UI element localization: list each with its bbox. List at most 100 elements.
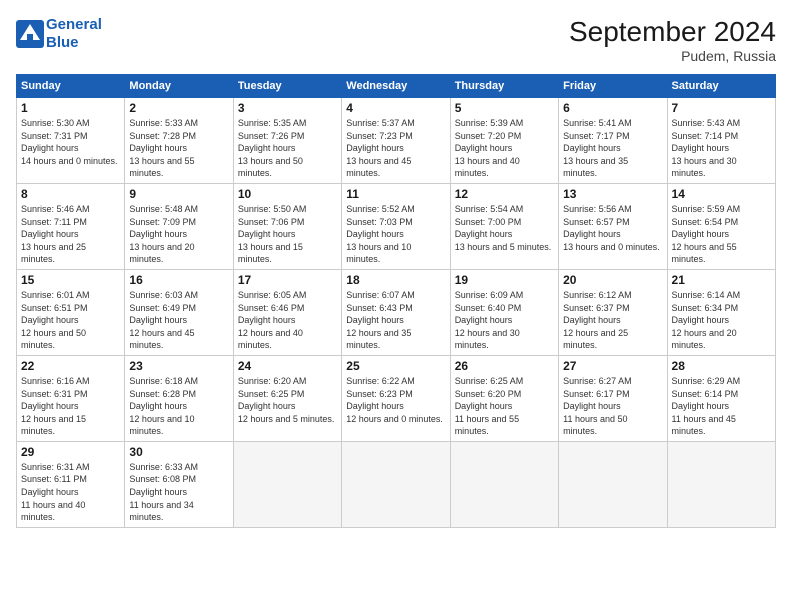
day-info: Sunrise: 5:33 AMSunset: 7:28 PMDaylight … (129, 117, 228, 180)
calendar-week-row: 29 Sunrise: 6:31 AMSunset: 6:11 PMDaylig… (17, 441, 776, 527)
day-number: 6 (563, 101, 662, 115)
day-info: Sunrise: 6:03 AMSunset: 6:49 PMDaylight … (129, 289, 228, 352)
day-number: 7 (672, 101, 771, 115)
day-number: 19 (455, 273, 554, 287)
table-row: 3 Sunrise: 5:35 AMSunset: 7:26 PMDayligh… (233, 98, 341, 184)
table-row: 22 Sunrise: 6:16 AMSunset: 6:31 PMDaylig… (17, 355, 125, 441)
table-row: 27 Sunrise: 6:27 AMSunset: 6:17 PMDaylig… (559, 355, 667, 441)
day-info: Sunrise: 6:01 AMSunset: 6:51 PMDaylight … (21, 289, 120, 352)
table-row: 16 Sunrise: 6:03 AMSunset: 6:49 PMDaylig… (125, 269, 233, 355)
day-number: 23 (129, 359, 228, 373)
day-info: Sunrise: 6:20 AMSunset: 6:25 PMDaylight … (238, 375, 337, 425)
logo-text-general: General (46, 16, 102, 34)
table-row: 15 Sunrise: 6:01 AMSunset: 6:51 PMDaylig… (17, 269, 125, 355)
day-info: Sunrise: 6:12 AMSunset: 6:37 PMDaylight … (563, 289, 662, 352)
day-info: Sunrise: 5:35 AMSunset: 7:26 PMDaylight … (238, 117, 337, 180)
calendar-week-row: 1 Sunrise: 5:30 AMSunset: 7:31 PMDayligh… (17, 98, 776, 184)
day-info: Sunrise: 6:29 AMSunset: 6:14 PMDaylight … (672, 375, 771, 438)
col-sunday: Sunday (17, 75, 125, 98)
day-number: 1 (21, 101, 120, 115)
table-row: 21 Sunrise: 6:14 AMSunset: 6:34 PMDaylig… (667, 269, 775, 355)
col-monday: Monday (125, 75, 233, 98)
table-row: 19 Sunrise: 6:09 AMSunset: 6:40 PMDaylig… (450, 269, 558, 355)
day-number: 22 (21, 359, 120, 373)
col-tuesday: Tuesday (233, 75, 341, 98)
day-info: Sunrise: 6:18 AMSunset: 6:28 PMDaylight … (129, 375, 228, 438)
table-row (233, 441, 341, 527)
day-number: 3 (238, 101, 337, 115)
day-number: 29 (21, 445, 120, 459)
day-number: 13 (563, 187, 662, 201)
calendar-page: General Blue September 2024 Pudem, Russi… (0, 0, 792, 612)
table-row: 23 Sunrise: 6:18 AMSunset: 6:28 PMDaylig… (125, 355, 233, 441)
day-info: Sunrise: 5:54 AMSunset: 7:00 PMDaylight … (455, 203, 554, 253)
table-row: 29 Sunrise: 6:31 AMSunset: 6:11 PMDaylig… (17, 441, 125, 527)
table-row: 24 Sunrise: 6:20 AMSunset: 6:25 PMDaylig… (233, 355, 341, 441)
col-saturday: Saturday (667, 75, 775, 98)
day-number: 8 (21, 187, 120, 201)
day-info: Sunrise: 6:09 AMSunset: 6:40 PMDaylight … (455, 289, 554, 352)
table-row: 28 Sunrise: 6:29 AMSunset: 6:14 PMDaylig… (667, 355, 775, 441)
day-info: Sunrise: 6:16 AMSunset: 6:31 PMDaylight … (21, 375, 120, 438)
location: Pudem, Russia (569, 48, 776, 64)
logo: General Blue (16, 16, 102, 52)
col-friday: Friday (559, 75, 667, 98)
table-row (559, 441, 667, 527)
calendar-week-row: 15 Sunrise: 6:01 AMSunset: 6:51 PMDaylig… (17, 269, 776, 355)
table-row: 13 Sunrise: 5:56 AMSunset: 6:57 PMDaylig… (559, 183, 667, 269)
day-number: 5 (455, 101, 554, 115)
table-row: 18 Sunrise: 6:07 AMSunset: 6:43 PMDaylig… (342, 269, 450, 355)
day-info: Sunrise: 5:30 AMSunset: 7:31 PMDaylight … (21, 117, 120, 167)
table-row: 4 Sunrise: 5:37 AMSunset: 7:23 PMDayligh… (342, 98, 450, 184)
day-number: 9 (129, 187, 228, 201)
day-info: Sunrise: 5:46 AMSunset: 7:11 PMDaylight … (21, 203, 120, 266)
table-row: 7 Sunrise: 5:43 AMSunset: 7:14 PMDayligh… (667, 98, 775, 184)
day-info: Sunrise: 5:48 AMSunset: 7:09 PMDaylight … (129, 203, 228, 266)
logo-text-blue: Blue (46, 34, 102, 52)
day-info: Sunrise: 6:27 AMSunset: 6:17 PMDaylight … (563, 375, 662, 438)
day-number: 20 (563, 273, 662, 287)
day-number: 11 (346, 187, 445, 201)
day-number: 12 (455, 187, 554, 201)
table-row: 1 Sunrise: 5:30 AMSunset: 7:31 PMDayligh… (17, 98, 125, 184)
day-number: 2 (129, 101, 228, 115)
table-row: 2 Sunrise: 5:33 AMSunset: 7:28 PMDayligh… (125, 98, 233, 184)
day-info: Sunrise: 5:52 AMSunset: 7:03 PMDaylight … (346, 203, 445, 266)
table-row: 11 Sunrise: 5:52 AMSunset: 7:03 PMDaylig… (342, 183, 450, 269)
header: General Blue September 2024 Pudem, Russi… (16, 16, 776, 64)
day-info: Sunrise: 5:39 AMSunset: 7:20 PMDaylight … (455, 117, 554, 180)
day-info: Sunrise: 6:31 AMSunset: 6:11 PMDaylight … (21, 461, 120, 524)
title-block: September 2024 Pudem, Russia (569, 16, 776, 64)
table-row (342, 441, 450, 527)
day-number: 16 (129, 273, 228, 287)
day-info: Sunrise: 5:59 AMSunset: 6:54 PMDaylight … (672, 203, 771, 266)
day-info: Sunrise: 6:33 AMSunset: 6:08 PMDaylight … (129, 461, 228, 524)
table-row: 10 Sunrise: 5:50 AMSunset: 7:06 PMDaylig… (233, 183, 341, 269)
table-row: 26 Sunrise: 6:25 AMSunset: 6:20 PMDaylig… (450, 355, 558, 441)
day-number: 17 (238, 273, 337, 287)
day-number: 24 (238, 359, 337, 373)
table-row: 14 Sunrise: 5:59 AMSunset: 6:54 PMDaylig… (667, 183, 775, 269)
table-row: 20 Sunrise: 6:12 AMSunset: 6:37 PMDaylig… (559, 269, 667, 355)
table-row: 17 Sunrise: 6:05 AMSunset: 6:46 PMDaylig… (233, 269, 341, 355)
day-info: Sunrise: 6:07 AMSunset: 6:43 PMDaylight … (346, 289, 445, 352)
col-wednesday: Wednesday (342, 75, 450, 98)
day-info: Sunrise: 6:05 AMSunset: 6:46 PMDaylight … (238, 289, 337, 352)
day-number: 10 (238, 187, 337, 201)
day-number: 14 (672, 187, 771, 201)
table-row (667, 441, 775, 527)
day-number: 25 (346, 359, 445, 373)
logo-icon (16, 20, 44, 48)
day-info: Sunrise: 5:56 AMSunset: 6:57 PMDaylight … (563, 203, 662, 253)
month-title: September 2024 (569, 16, 776, 48)
day-info: Sunrise: 5:37 AMSunset: 7:23 PMDaylight … (346, 117, 445, 180)
table-row: 6 Sunrise: 5:41 AMSunset: 7:17 PMDayligh… (559, 98, 667, 184)
calendar-table: Sunday Monday Tuesday Wednesday Thursday… (16, 74, 776, 528)
table-row: 25 Sunrise: 6:22 AMSunset: 6:23 PMDaylig… (342, 355, 450, 441)
day-info: Sunrise: 5:43 AMSunset: 7:14 PMDaylight … (672, 117, 771, 180)
day-info: Sunrise: 6:22 AMSunset: 6:23 PMDaylight … (346, 375, 445, 425)
calendar-week-row: 22 Sunrise: 6:16 AMSunset: 6:31 PMDaylig… (17, 355, 776, 441)
day-number: 15 (21, 273, 120, 287)
table-row: 12 Sunrise: 5:54 AMSunset: 7:00 PMDaylig… (450, 183, 558, 269)
day-info: Sunrise: 6:25 AMSunset: 6:20 PMDaylight … (455, 375, 554, 438)
